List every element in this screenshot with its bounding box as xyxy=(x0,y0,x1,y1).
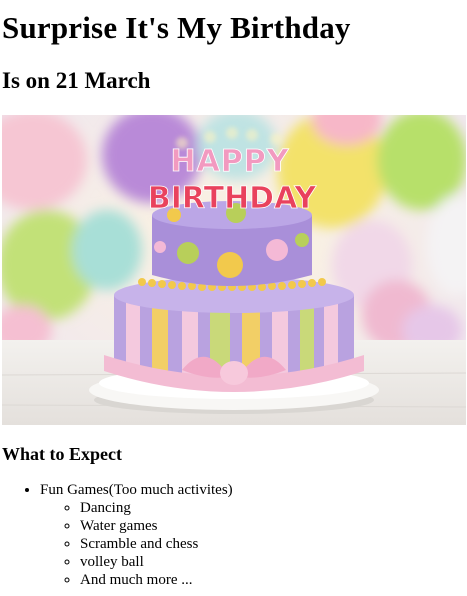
page: Surprise It's My Birthday Is on 21 March xyxy=(0,0,467,589)
list-item: Dancing xyxy=(80,499,467,517)
list-item: Water games xyxy=(80,517,467,535)
list-item: Fun Games(Too much activites) Dancing Wa… xyxy=(40,481,467,589)
list-item: volley ball xyxy=(80,553,467,571)
birthday-cake-photo: HAPPY BIRTHDAY xyxy=(2,115,466,425)
list-item-label: Fun Games(Too much activites) xyxy=(40,482,233,498)
page-subtitle: Is on 21 March xyxy=(2,68,151,93)
expect-list: Fun Games(Too much activites) Dancing Wa… xyxy=(2,481,467,589)
list-item: Scramble and chess xyxy=(80,535,467,553)
page-title: Surprise It's My Birthday xyxy=(2,10,351,45)
cake-text-birthday: BIRTHDAY xyxy=(148,181,318,216)
list-item: And much more ... xyxy=(80,571,467,589)
section-title: What to Expect xyxy=(2,444,122,464)
cake-text-happy: HAPPY xyxy=(170,144,289,179)
sub-list: Dancing Water games Scramble and chess v… xyxy=(40,499,467,589)
